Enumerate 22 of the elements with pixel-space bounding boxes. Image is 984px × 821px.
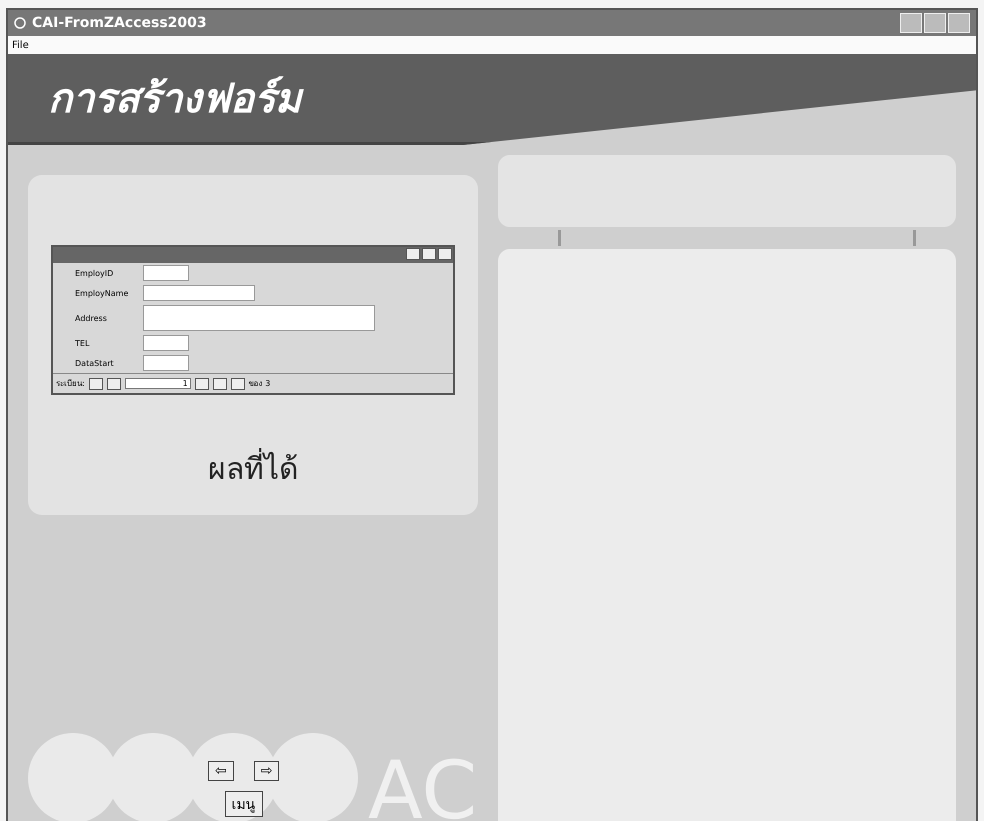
- record-field[interactable]: 1: [124, 378, 191, 389]
- back-button[interactable]: ⇦: [208, 761, 234, 781]
- input-field[interactable]: [143, 305, 375, 331]
- field-label: EmployID: [75, 268, 114, 278]
- window-title: CAI-FromZAccess2003: [32, 15, 207, 31]
- result-caption: ผลที่ได้: [208, 445, 298, 492]
- app-icon: [14, 17, 26, 29]
- field-label: EmployName: [75, 288, 130, 298]
- navigator-label: ระเบียน:: [56, 378, 85, 390]
- menu-item[interactable]: File: [12, 40, 29, 50]
- field-label: TEL: [75, 338, 90, 348]
- input-field[interactable]: [143, 335, 189, 351]
- next-button[interactable]: ⇨: [254, 761, 280, 781]
- input-field[interactable]: [143, 265, 189, 281]
- record-count: ของ 3: [248, 378, 270, 390]
- menu-button[interactable]: เมนู: [224, 791, 263, 817]
- field-label: DataStart: [75, 358, 115, 368]
- tick-mark: [558, 230, 561, 246]
- input-field[interactable]: [143, 285, 255, 301]
- input-field[interactable]: [143, 355, 189, 371]
- field-label: Address: [75, 314, 108, 322]
- tick-mark: [913, 230, 916, 246]
